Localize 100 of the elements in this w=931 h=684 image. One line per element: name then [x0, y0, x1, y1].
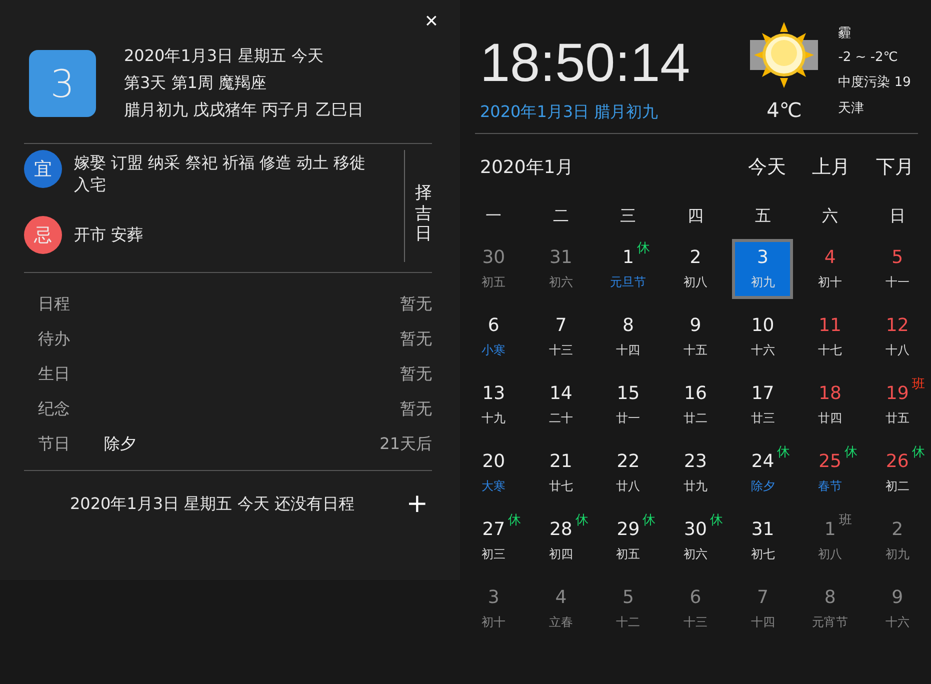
holiday-label: 休	[912, 444, 925, 461]
day-number: 4	[555, 587, 567, 608]
day-number: 4	[824, 247, 836, 268]
day-cell[interactable]: 6 十三	[664, 579, 726, 639]
lunar-date: 廿八	[616, 478, 640, 495]
day-cell[interactable]: 21 廿七	[530, 443, 592, 503]
day-cell[interactable]: 16 廿二	[664, 375, 726, 435]
lunar-date: 廿九	[683, 478, 708, 495]
lunar-date: 十六	[750, 342, 775, 359]
day-cell[interactable]: 5 十一	[866, 239, 928, 299]
day-number: 9	[690, 315, 702, 336]
close-button[interactable]: ×	[421, 8, 442, 34]
day-number: 11	[818, 315, 842, 336]
day-cell[interactable]: 20 大寒	[463, 443, 524, 503]
day-number: 18	[818, 383, 842, 404]
lunar-date: 除夕	[750, 478, 775, 495]
day-number: 27	[482, 519, 506, 540]
holiday-label: 休	[636, 240, 650, 257]
month-title: 2020年1月	[480, 156, 574, 179]
day-cell[interactable]: 17 廿三	[732, 375, 794, 435]
day-number: 23	[684, 451, 707, 472]
day-cell[interactable]: 5 十二	[598, 579, 659, 639]
lunar-date: 初五	[616, 546, 640, 563]
day-cell[interactable]: 8 十四	[598, 307, 659, 367]
weekday-header: 三	[619, 205, 638, 227]
pick-day-button[interactable]: 择吉日	[404, 150, 432, 262]
lunar-date: 二十	[548, 410, 573, 427]
lunar-date: 初六	[548, 274, 573, 291]
lunar-date: 十八	[885, 342, 910, 359]
day-cell[interactable]: 18 廿四	[799, 375, 861, 435]
day-cell[interactable]: 10 十六	[732, 307, 794, 367]
day-cell[interactable]: 8 元宵节	[799, 579, 861, 639]
weather-info: -2 ~ -2℃	[838, 50, 899, 65]
day-cell[interactable]: 7 十四	[732, 579, 794, 639]
day-cell[interactable]: 2 初八	[664, 239, 726, 299]
day-cell[interactable]: 14 二十	[530, 375, 592, 435]
calendar-nav-button[interactable]: 上月	[812, 154, 850, 180]
lunar-date: 初九	[885, 546, 910, 563]
day-cell[interactable]: 12 十八	[866, 307, 928, 367]
lunar-date: 初二	[885, 478, 910, 495]
day-number: 19	[886, 383, 909, 404]
day-number: 30	[482, 247, 506, 268]
day-number: 15	[616, 383, 640, 404]
auspicious-activities: 嫁娶 订盟 纳采 祭祀 祈福 修造 动土 移徙入宅	[74, 152, 367, 196]
add-button[interactable]: +	[402, 489, 432, 519]
weather-info: 天津	[838, 100, 866, 117]
lunar-date: 十七	[818, 342, 842, 359]
lunar-date: 小寒	[482, 342, 506, 359]
inauspicious-activities: 开市 安葬	[74, 224, 144, 246]
calendar-nav-button[interactable]: 下月	[876, 154, 914, 180]
day-number: 16	[684, 383, 707, 404]
holiday-label: 休	[575, 512, 588, 529]
day-number: 17	[751, 383, 774, 404]
day-cell[interactable]: 3 初十	[463, 579, 524, 639]
holiday-label: 休	[710, 512, 723, 529]
day-cell[interactable]: 4 立春	[530, 579, 592, 639]
lunar-date: 初八	[683, 274, 708, 291]
lunar-date: 十九	[482, 410, 506, 427]
day-number: 6	[488, 315, 500, 336]
lunar-date: 初四	[548, 546, 573, 563]
holiday-label: 休	[508, 512, 522, 529]
day-cell[interactable]: 9 十六	[866, 579, 928, 639]
date-info-line: 第3天 第1周 魔羯座	[124, 73, 268, 94]
day-cell[interactable]: 11 十七	[799, 307, 861, 367]
day-number: 10	[751, 315, 774, 336]
day-cell[interactable]: 23 廿九	[664, 443, 726, 503]
lunar-date: 廿四	[818, 410, 842, 427]
lunar-date: 春节	[818, 478, 842, 495]
lunar-date: 初七	[750, 546, 775, 563]
lunar-date: 元宵节	[812, 614, 848, 631]
temperature: 4℃	[766, 98, 802, 122]
day-number: 12	[886, 315, 909, 336]
day-cell[interactable]: 13 十九	[463, 375, 524, 435]
day-cell[interactable]: 2 初九	[866, 511, 928, 571]
agenda-value: 暂无	[400, 399, 432, 420]
day-number: 2	[892, 519, 904, 540]
day-number: 9	[892, 587, 904, 608]
weekday-header: 六	[821, 205, 840, 227]
day-cell[interactable]: 9 十五	[664, 307, 726, 367]
day-cell[interactable]: 15 廿一	[598, 375, 659, 435]
day-cell[interactable]: 30 初五	[463, 239, 524, 299]
day-number: 5	[622, 587, 634, 608]
calendar-nav-button[interactable]: 今天	[748, 154, 786, 180]
lunar-date: 大寒	[482, 478, 506, 495]
day-number: 26	[886, 451, 909, 472]
day-cell[interactable]: 4 初十	[799, 239, 861, 299]
lunar-date: 廿三	[750, 410, 775, 427]
day-badge: 3	[29, 50, 96, 117]
day-cell[interactable]: 7 十三	[530, 307, 592, 367]
day-number: 30	[684, 519, 707, 540]
weekday-header: 一	[484, 205, 503, 227]
day-number: 8	[622, 315, 634, 336]
day-cell[interactable]: 31 初七	[732, 511, 794, 571]
holiday-label: 休	[777, 444, 790, 461]
weather-info: 中度污染 19	[838, 74, 911, 91]
day-cell[interactable]: 6 小寒	[463, 307, 524, 367]
day-cell[interactable]: 22 廿八	[598, 443, 659, 503]
day-cell[interactable]: 31 初六	[530, 239, 592, 299]
day-cell[interactable]: 3 初九	[732, 239, 794, 299]
lunar-date: 初五	[482, 274, 506, 291]
